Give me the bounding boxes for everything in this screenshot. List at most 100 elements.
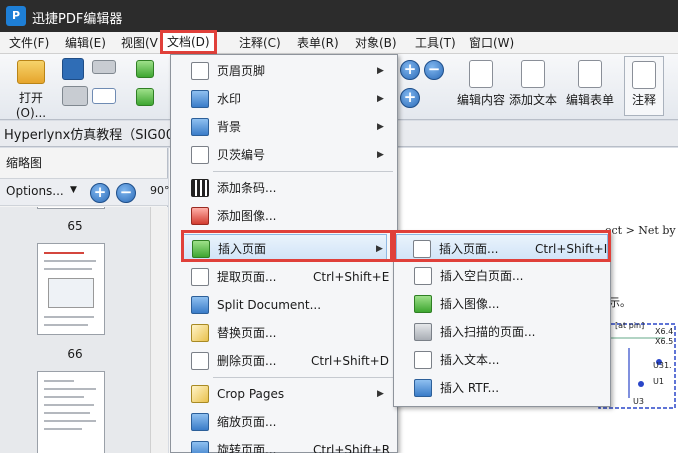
menu-item-split-document[interactable]: Split Document... bbox=[171, 291, 397, 319]
submenu-item-insert-blank[interactable]: 插入空白页面... bbox=[394, 262, 610, 290]
resize-page-icon bbox=[191, 413, 209, 431]
menu-item-label: Crop Pages bbox=[217, 387, 285, 401]
insert-blank-page-icon bbox=[414, 267, 432, 285]
menu-form[interactable]: 表单(R) bbox=[294, 34, 342, 52]
menu-file[interactable]: 文件(F) bbox=[6, 34, 52, 52]
add-text-button[interactable]: 添加文本 bbox=[508, 60, 558, 108]
print-button[interactable] bbox=[62, 86, 88, 106]
scan-button[interactable] bbox=[92, 60, 116, 74]
menu-item-label: 添加图像... bbox=[217, 209, 277, 223]
edit-content-button[interactable]: 编辑内容 bbox=[456, 60, 506, 108]
add-image-icon bbox=[191, 207, 209, 225]
menu-item-label: 水印 bbox=[217, 92, 242, 106]
menu-item-shortcut: Ctrl+Shift+R bbox=[313, 443, 391, 453]
thumbnail-scrollbar[interactable] bbox=[150, 207, 168, 453]
menu-item-label: 插入图像... bbox=[440, 297, 500, 311]
plus-icon: + bbox=[400, 88, 420, 108]
menu-item-label: 提取页面... bbox=[217, 270, 277, 284]
menu-item-background[interactable]: 背景 ▶ bbox=[171, 113, 397, 141]
options-dropdown[interactable]: Options... bbox=[6, 184, 64, 198]
menu-view[interactable]: 视图(V bbox=[118, 34, 161, 52]
menu-item-delete-page[interactable]: 删除页面... Ctrl+Shift+D bbox=[171, 347, 397, 375]
edit-content-icon bbox=[469, 60, 493, 88]
menu-separator bbox=[213, 171, 393, 172]
edit-form-icon bbox=[578, 60, 602, 88]
edit-form-label: 编辑表单 bbox=[565, 93, 614, 107]
menu-window[interactable]: 窗口(W) bbox=[466, 34, 517, 52]
back-button[interactable] bbox=[136, 60, 154, 78]
page-thumb-67[interactable] bbox=[37, 371, 105, 453]
delete-page-icon bbox=[191, 352, 209, 370]
chevron-right-icon: ▶ bbox=[377, 122, 384, 132]
submenu-item-insert-image[interactable]: 插入图像... bbox=[394, 290, 610, 318]
open-button[interactable]: 打开(O)... bbox=[4, 60, 58, 120]
forward-arrow-icon bbox=[136, 88, 154, 106]
submenu-item-insert-text[interactable]: 插入文本... bbox=[394, 346, 610, 374]
menu-item-label: 插入 RTF... bbox=[440, 381, 500, 395]
menu-edit[interactable]: 编辑(E) bbox=[62, 34, 109, 52]
page-thumb-66[interactable] bbox=[37, 243, 105, 335]
menu-item-label: Split Document... bbox=[217, 298, 322, 312]
menu-item-header-footer[interactable]: 页眉页脚 ▶ bbox=[171, 57, 397, 85]
thumb-zoom-in-icon[interactable]: + bbox=[90, 183, 110, 203]
chevron-down-icon[interactable]: ▼ bbox=[70, 185, 77, 195]
highlight-box-insert-page bbox=[181, 230, 393, 262]
save-button[interactable] bbox=[62, 58, 84, 80]
zoom-out-button[interactable]: − bbox=[424, 60, 444, 80]
annotate-label: 注释 bbox=[631, 93, 656, 107]
add-text-icon bbox=[521, 60, 545, 88]
barcode-icon bbox=[191, 179, 209, 197]
email-button[interactable] bbox=[92, 88, 116, 104]
page-thumb-65[interactable] bbox=[37, 207, 105, 209]
menu-item-label: 旋转页面... bbox=[217, 443, 277, 453]
annotate-button[interactable]: 注释 bbox=[624, 56, 664, 116]
background-icon bbox=[191, 118, 209, 136]
menu-item-resize-page[interactable]: 缩放页面... bbox=[171, 408, 397, 436]
thumb-zoom-out-icon[interactable]: − bbox=[116, 183, 136, 203]
bates-number-icon bbox=[191, 146, 209, 164]
menu-bar: 文件(F) 编辑(E) 视图(V 文档(D) 注释(C) 表单(R) 对象(B)… bbox=[0, 30, 678, 54]
page-number-66: 66 bbox=[67, 347, 83, 361]
scanner-icon bbox=[92, 60, 116, 74]
doc-text-line-1: ect > Net by bbox=[605, 224, 676, 237]
title-bar: P 迅捷PDF编辑器 bbox=[0, 0, 678, 32]
menu-item-add-barcode[interactable]: 添加条码... bbox=[171, 174, 397, 202]
menu-comment[interactable]: 注释(C) bbox=[236, 34, 284, 52]
menu-item-crop-pages[interactable]: Crop Pages ▶ bbox=[171, 380, 397, 408]
circuit-label-2: X6.5 bbox=[655, 337, 673, 346]
pdf-app-icon: P bbox=[6, 6, 26, 26]
zoom-in-button[interactable]: + bbox=[400, 60, 420, 80]
menu-item-extract-page[interactable]: 提取页面... Ctrl+Shift+E bbox=[171, 263, 397, 291]
forward-button[interactable] bbox=[136, 88, 154, 106]
thumbnail-panel: 缩略图 Options... ▼ + − 90° 65 66 bbox=[0, 148, 170, 453]
menu-item-replace-page[interactable]: 替换页面... bbox=[171, 319, 397, 347]
circuit-label-4: U3 bbox=[633, 397, 644, 406]
folder-icon bbox=[17, 60, 45, 84]
submenu-item-insert-rtf[interactable]: 插入 RTF... bbox=[394, 374, 610, 402]
zoom-out-icon: − bbox=[424, 60, 444, 80]
edit-form-button[interactable]: 编辑表单 bbox=[564, 60, 616, 108]
menu-item-watermark[interactable]: 水印 ▶ bbox=[171, 85, 397, 113]
circuit-label-0: [at pin] bbox=[615, 321, 644, 330]
highlight-box-insert-pages bbox=[393, 230, 611, 262]
chevron-right-icon: ▶ bbox=[377, 66, 384, 76]
menu-document[interactable]: 文档(D) bbox=[160, 30, 217, 54]
edit-content-label: 编辑内容 bbox=[456, 93, 505, 107]
menu-item-bates-number[interactable]: 贝茨编号 ▶ bbox=[171, 141, 397, 169]
menu-item-label: 缩放页面... bbox=[217, 415, 277, 429]
zoom-in-icon: + bbox=[400, 60, 420, 80]
thumbnail-list: 65 66 bbox=[0, 207, 150, 453]
circuit-label-3: U31. bbox=[653, 361, 672, 370]
menu-object[interactable]: 对象(B) bbox=[352, 34, 400, 52]
menu-item-add-image[interactable]: 添加图像... bbox=[171, 202, 397, 230]
menu-item-rotate-page[interactable]: 旋转页面... Ctrl+Shift+R bbox=[171, 436, 397, 453]
rotate-90-button[interactable]: 90° bbox=[150, 184, 170, 197]
document-tab[interactable]: Hyperlynx仿真教程（SIG007版 bbox=[4, 124, 195, 143]
menu-item-label: 添加条码... bbox=[217, 181, 277, 195]
chevron-right-icon: ▶ bbox=[377, 94, 384, 104]
submenu-item-insert-scan[interactable]: 插入扫描的页面... bbox=[394, 318, 610, 346]
annotate-icon bbox=[632, 61, 656, 89]
menu-tools[interactable]: 工具(T) bbox=[412, 34, 459, 52]
menu-separator bbox=[213, 377, 393, 378]
add-zoom-button[interactable]: + bbox=[400, 88, 420, 108]
